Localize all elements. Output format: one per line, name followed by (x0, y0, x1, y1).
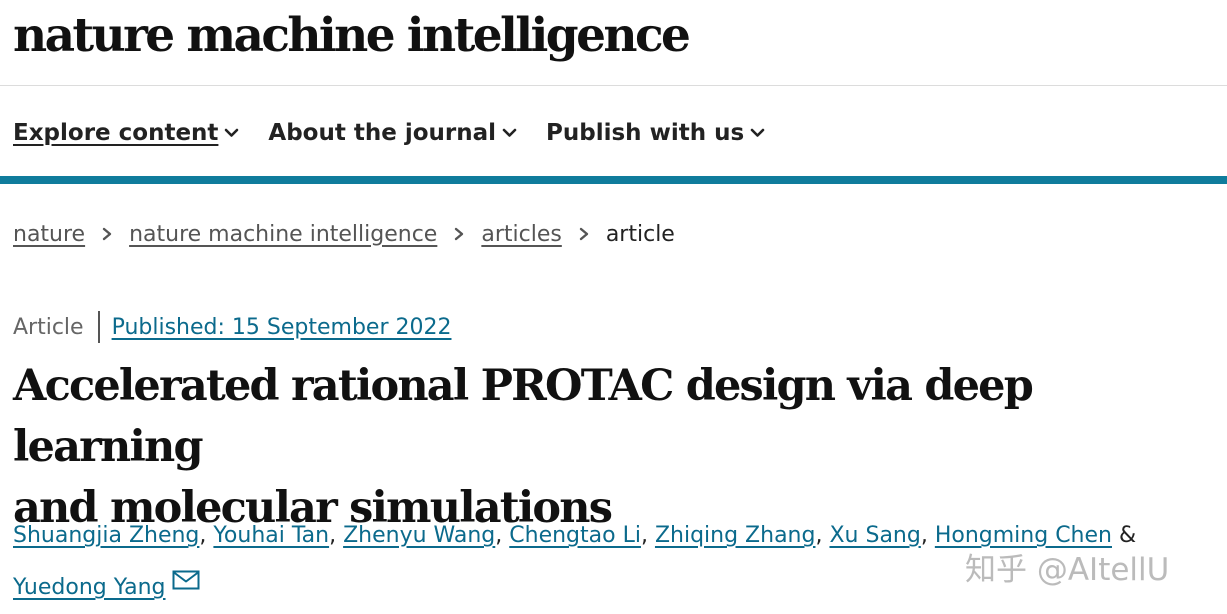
article-meta: Article Published: 15 September 2022 (13, 308, 451, 346)
author-separator: , (495, 523, 510, 548)
author-link[interactable]: Zhiqing Zhang (655, 523, 816, 548)
author-link[interactable]: Shuangjia Zheng (13, 523, 199, 548)
published-date-link[interactable]: Published: 15 September 2022 (112, 315, 452, 340)
mail-icon[interactable] (172, 570, 200, 590)
nav-label: Publish with us (546, 120, 745, 146)
chevron-down-icon (225, 128, 239, 137)
author-link[interactable]: Xu Sang (829, 523, 920, 548)
nav-label: Explore content (13, 120, 219, 146)
chevron-right-icon (102, 227, 112, 241)
nav-explore-content[interactable]: Explore content (13, 120, 239, 146)
breadcrumb-link-nature[interactable]: nature (13, 222, 85, 247)
author-link[interactable]: Zhenyu Wang (343, 523, 495, 548)
primary-nav: Explore content About the journal Publis… (13, 112, 794, 154)
author-separator: , (640, 523, 655, 548)
author-separator: , (920, 523, 935, 548)
breadcrumb-current: article (605, 221, 675, 247)
article-title-line-1: Accelerated rational PROTAC design via d… (13, 361, 1034, 472)
header-divider (0, 85, 1227, 86)
chevron-down-icon (502, 128, 517, 137)
nav-publish-with-us[interactable]: Publish with us (546, 120, 765, 146)
breadcrumb-link-journal[interactable]: nature machine intelligence (129, 222, 437, 247)
author-link[interactable]: Youhai Tan (213, 523, 329, 548)
journal-logo[interactable]: nature machine intelligence (13, 4, 691, 68)
breadcrumb: nature nature machine intelligence artic… (13, 216, 675, 252)
author-separator: , (815, 523, 830, 548)
nav-about-the-journal[interactable]: About the journal (268, 120, 517, 146)
author-separator: , (329, 523, 344, 548)
author-separator: , (199, 523, 214, 548)
chevron-right-icon (579, 227, 589, 241)
author-link[interactable]: Yuedong Yang (13, 575, 166, 600)
article-type: Article (13, 314, 84, 340)
author-link[interactable]: Chengtao Li (509, 523, 641, 548)
chevron-down-icon (750, 128, 765, 137)
chevron-right-icon (455, 227, 464, 241)
breadcrumb-link-articles[interactable]: articles (481, 222, 561, 247)
watermark: 知乎 @AItellU (965, 552, 1170, 588)
meta-divider (97, 311, 100, 343)
accent-bar (0, 176, 1227, 184)
nav-label: About the journal (268, 120, 497, 146)
